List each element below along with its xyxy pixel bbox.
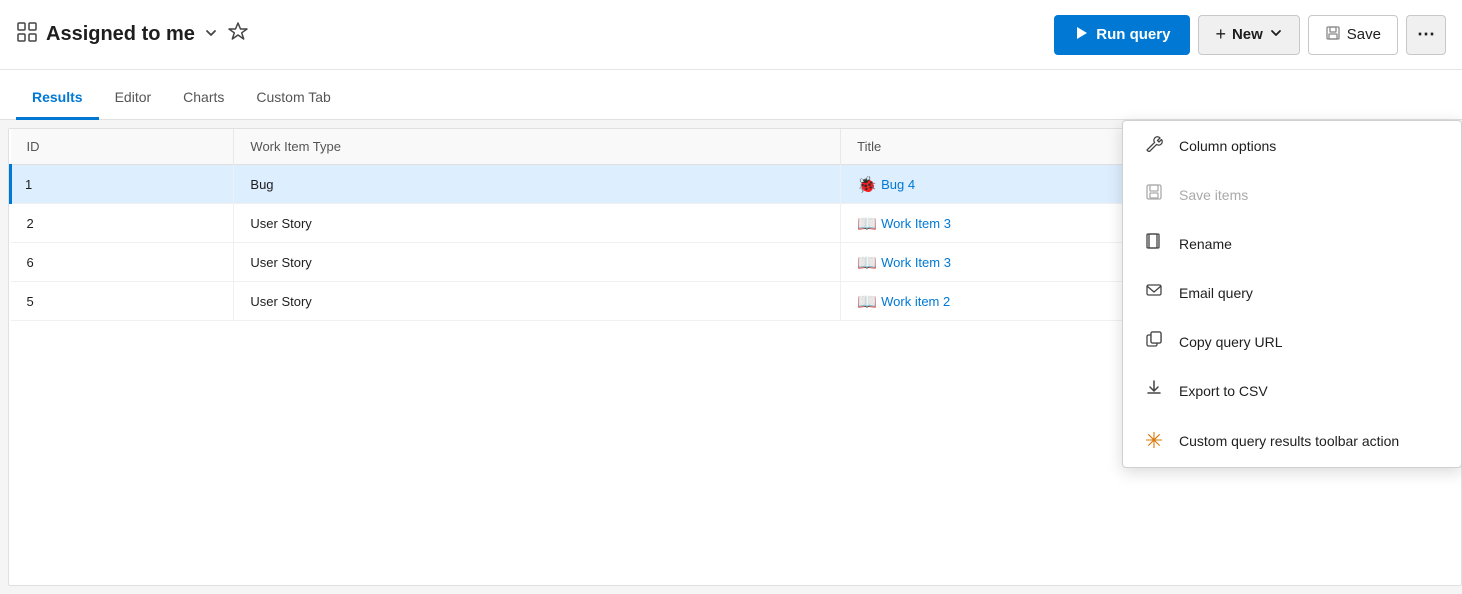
- main-content: ID Work Item Type Title 1 Bug 🐞 Bug 4: [0, 120, 1462, 594]
- wrench-icon: [1143, 134, 1165, 157]
- download-icon: [1143, 379, 1165, 402]
- tab-editor[interactable]: Editor: [99, 77, 168, 120]
- dropdown-item-save-items: Save items: [1123, 170, 1461, 219]
- header-left: Assigned to me: [16, 21, 1042, 49]
- tab-charts[interactable]: Charts: [167, 77, 240, 120]
- cell-type: User Story: [234, 282, 841, 321]
- save-icon: [1325, 25, 1341, 45]
- new-label: New: [1232, 26, 1263, 43]
- cell-type: Bug: [234, 165, 841, 204]
- header: Assigned to me Run query + New: [0, 0, 1462, 70]
- user-story-icon: 📖: [857, 214, 875, 232]
- new-button[interactable]: + New: [1198, 15, 1299, 55]
- cell-type: User Story: [234, 204, 841, 243]
- favorite-star-icon[interactable]: [227, 21, 249, 49]
- dropdown-item-export-csv[interactable]: Export to CSV: [1123, 366, 1461, 415]
- dropdown-menu: Column options Save items Rename: [1122, 120, 1462, 468]
- column-options-label: Column options: [1179, 138, 1276, 154]
- rename-icon: [1143, 232, 1165, 255]
- copy-url-icon: [1143, 330, 1165, 353]
- copy-url-label: Copy query URL: [1179, 334, 1283, 350]
- email-icon: [1143, 281, 1165, 304]
- user-story-icon: 📖: [857, 292, 875, 310]
- title-dropdown-chevron[interactable]: [203, 25, 219, 44]
- new-chevron-icon: [1269, 26, 1283, 44]
- user-story-icon: 📖: [857, 253, 875, 271]
- cell-id: 2: [11, 204, 234, 243]
- save-label: Save: [1347, 26, 1381, 43]
- dropdown-item-column-options[interactable]: Column options: [1123, 121, 1461, 170]
- col-id: ID: [11, 129, 234, 165]
- rename-label: Rename: [1179, 236, 1232, 252]
- run-query-button[interactable]: Run query: [1054, 15, 1190, 55]
- grid-icon: [16, 21, 38, 49]
- dropdown-item-custom-action[interactable]: ✳ Custom query results toolbar action: [1123, 415, 1461, 467]
- more-options-button[interactable]: ⋯: [1406, 15, 1446, 55]
- tab-results[interactable]: Results: [16, 77, 99, 120]
- page-title: Assigned to me: [46, 23, 195, 46]
- play-icon: [1074, 26, 1088, 43]
- custom-action-label: Custom query results toolbar action: [1179, 433, 1399, 449]
- col-work-item-type: Work Item Type: [234, 129, 841, 165]
- dropdown-item-email-query[interactable]: Email query: [1123, 268, 1461, 317]
- save-items-label: Save items: [1179, 187, 1248, 203]
- dropdown-item-copy-url[interactable]: Copy query URL: [1123, 317, 1461, 366]
- header-right: Run query + New Save ⋯: [1054, 15, 1446, 55]
- tabs-bar: Results Editor Charts Custom Tab: [0, 70, 1462, 120]
- save-items-icon: [1143, 183, 1165, 206]
- more-icon: ⋯: [1417, 24, 1435, 45]
- tab-custom-tab[interactable]: Custom Tab: [240, 77, 346, 120]
- email-query-label: Email query: [1179, 285, 1253, 301]
- export-csv-label: Export to CSV: [1179, 383, 1268, 399]
- save-button[interactable]: Save: [1308, 15, 1398, 55]
- cell-type: User Story: [234, 243, 841, 282]
- cell-id: 5: [11, 282, 234, 321]
- dropdown-item-rename[interactable]: Rename: [1123, 219, 1461, 268]
- plus-icon: +: [1215, 24, 1226, 45]
- asterisk-icon: ✳: [1143, 428, 1165, 454]
- run-query-label: Run query: [1096, 26, 1170, 43]
- cell-id: 6: [11, 243, 234, 282]
- bug-icon: 🐞: [857, 175, 875, 193]
- cell-id: 1: [11, 165, 234, 204]
